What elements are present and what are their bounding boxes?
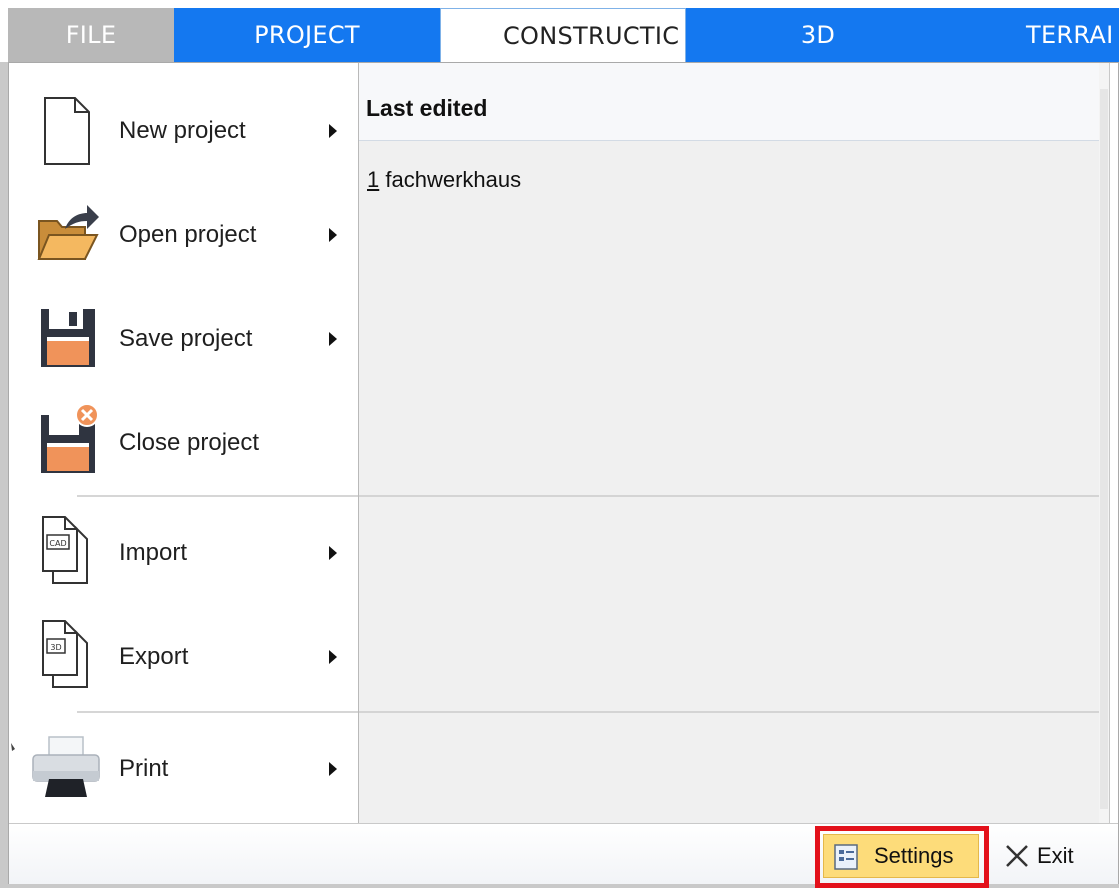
recent-projects-pane: Last edited 1 fachwerkhaus	[358, 63, 1110, 823]
cursor-mark-icon	[11, 743, 15, 751]
tab-file[interactable]: FILE	[8, 8, 174, 62]
recent-projects-header: Last edited	[359, 63, 1109, 141]
settings-icon	[834, 844, 858, 870]
submenu-arrow-icon	[329, 546, 337, 560]
file-menu-commands: New project Open project Save project Cl…	[9, 63, 358, 823]
svg-text:3D: 3D	[50, 643, 61, 652]
close-project-icon	[41, 403, 99, 473]
close-icon	[1006, 845, 1028, 867]
save-disk-icon	[41, 309, 95, 367]
submenu-arrow-icon	[329, 762, 337, 776]
tab-3d[interactable]: 3D	[686, 8, 950, 62]
menu-item-new-project[interactable]: New project	[9, 79, 358, 183]
submenu-arrow-icon	[329, 124, 337, 138]
tab-project[interactable]: PROJECT	[174, 8, 440, 62]
open-folder-icon	[37, 205, 99, 260]
tab-terrain[interactable]: TERRAI	[950, 8, 1119, 62]
scrollbar-thumb[interactable]	[1100, 89, 1108, 809]
menu-label-save-project: Save project	[119, 325, 253, 352]
menu-item-save-project[interactable]: Save project	[9, 287, 358, 391]
menu-label-print: Print	[119, 755, 169, 782]
printer-icon	[32, 736, 100, 797]
export-3d-icon: 3D	[42, 620, 88, 688]
file-menu-panel: New project Open project Save project Cl…	[8, 62, 1119, 888]
menu-item-print[interactable]: Print	[9, 717, 358, 821]
settings-button[interactable]: Settings	[823, 834, 979, 878]
file-menu-footer: Settings Exit	[9, 823, 1118, 888]
ribbon-tab-bar: FILE PROJECT CONSTRUCTIC 3D TERRAI	[0, 0, 1119, 62]
menu-label-new-project: New project	[119, 117, 246, 144]
tab-construction[interactable]: CONSTRUCTIC	[440, 8, 686, 62]
import-cad-icon: CAD	[42, 516, 88, 584]
exit-button[interactable]: Exit	[1003, 836, 1074, 876]
settings-label: Settings	[874, 843, 954, 868]
pane-separator	[359, 495, 1109, 497]
exit-label: Exit	[1037, 843, 1074, 868]
submenu-arrow-icon	[329, 650, 337, 664]
scrollbar-track[interactable]	[1099, 63, 1109, 823]
menu-item-open-project[interactable]: Open project	[9, 183, 358, 287]
menu-item-import[interactable]: CAD Import	[9, 501, 358, 605]
menu-separator	[77, 495, 358, 497]
menu-item-close-project[interactable]: Close project	[9, 391, 358, 495]
new-document-icon	[44, 97, 90, 165]
menu-label-export: Export	[119, 643, 189, 670]
menu-label-open-project: Open project	[119, 221, 257, 248]
menu-item-export[interactable]: 3D Export	[9, 605, 358, 709]
menu-label-import: Import	[119, 539, 188, 566]
submenu-arrow-icon	[329, 332, 337, 346]
submenu-arrow-icon	[329, 228, 337, 242]
recent-item-number: 1	[367, 167, 380, 192]
svg-text:CAD: CAD	[49, 539, 66, 548]
pane-separator	[359, 711, 1109, 713]
menu-separator	[77, 711, 358, 713]
recent-project-item[interactable]: 1 fachwerkhaus	[367, 167, 521, 193]
menu-label-close-project: Close project	[119, 429, 260, 456]
recent-item-name: fachwerkhaus	[379, 167, 522, 192]
